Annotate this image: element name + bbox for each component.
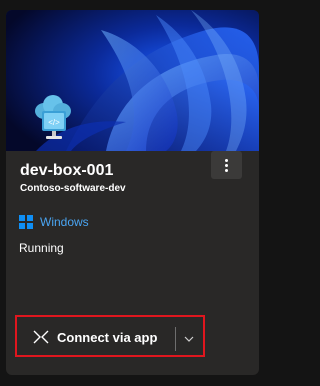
dev-box-card: </> dev-box-001 Contoso-software-dev Win… [6,10,259,375]
windows-logo-icon [19,215,33,229]
dev-box-icon: </> [35,95,71,139]
svg-text:</>: </> [48,118,60,127]
connect-via-app-label: Connect via app [57,329,158,345]
more-vertical-icon-dot [225,164,228,167]
os-label[interactable]: Windows [40,215,89,229]
project-name: Contoso-software-dev [20,183,126,194]
hero-image: </> [6,10,259,151]
dev-box-title-row: dev-box-001 [20,162,113,180]
os-row: Windows [19,214,89,230]
connect-via-app-button[interactable]: Connect via app [26,323,200,351]
more-vertical-icon-dot [225,169,228,172]
more-options-button[interactable] [211,151,242,179]
split-button-divider [175,327,176,351]
more-vertical-icon [225,159,228,162]
chevron-down-icon [184,336,194,342]
remote-connect-icon [33,330,49,344]
status-text: Running [19,241,64,255]
dev-box-name: dev-box-001 [20,162,114,179]
connect-options-dropdown-button[interactable] [179,327,199,351]
